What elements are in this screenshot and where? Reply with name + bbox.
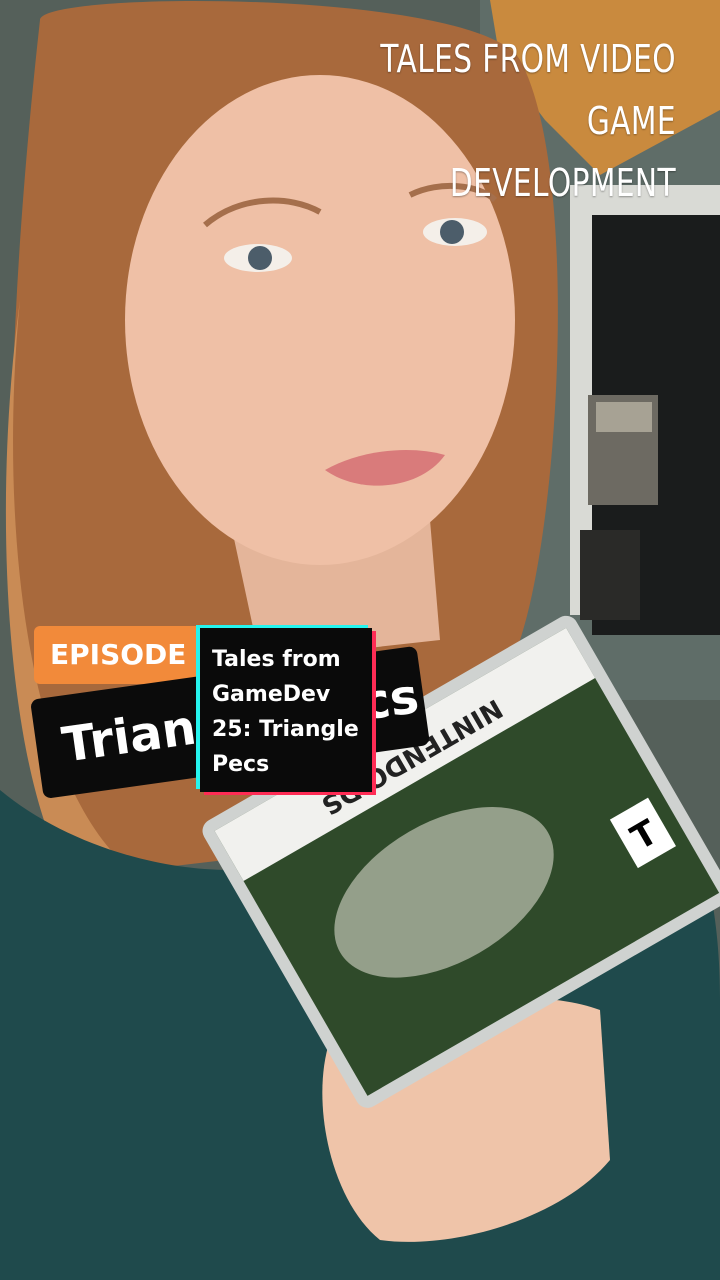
right-iris bbox=[440, 220, 464, 244]
caption-line-2: GameDev bbox=[212, 682, 331, 707]
caption-line-1: Tales from bbox=[212, 647, 341, 672]
series-title: TALES FROM VIDEO GAME DEVELOPMENT bbox=[380, 28, 676, 214]
caption-sticker: Tales from GameDev 25: Triangle Pecs bbox=[196, 625, 376, 798]
caption-line-3: 25: Triangle bbox=[212, 717, 359, 742]
series-title-line-1: TALES FROM VIDEO bbox=[380, 37, 676, 81]
picture-frame bbox=[580, 530, 640, 620]
poster bbox=[596, 402, 652, 432]
series-title-line-2: GAME DEVELOPMENT bbox=[449, 99, 676, 205]
caption-box: Tales from GameDev 25: Triangle Pecs bbox=[200, 628, 372, 792]
left-iris bbox=[248, 246, 272, 270]
caption-line-4: Pecs bbox=[212, 752, 270, 777]
